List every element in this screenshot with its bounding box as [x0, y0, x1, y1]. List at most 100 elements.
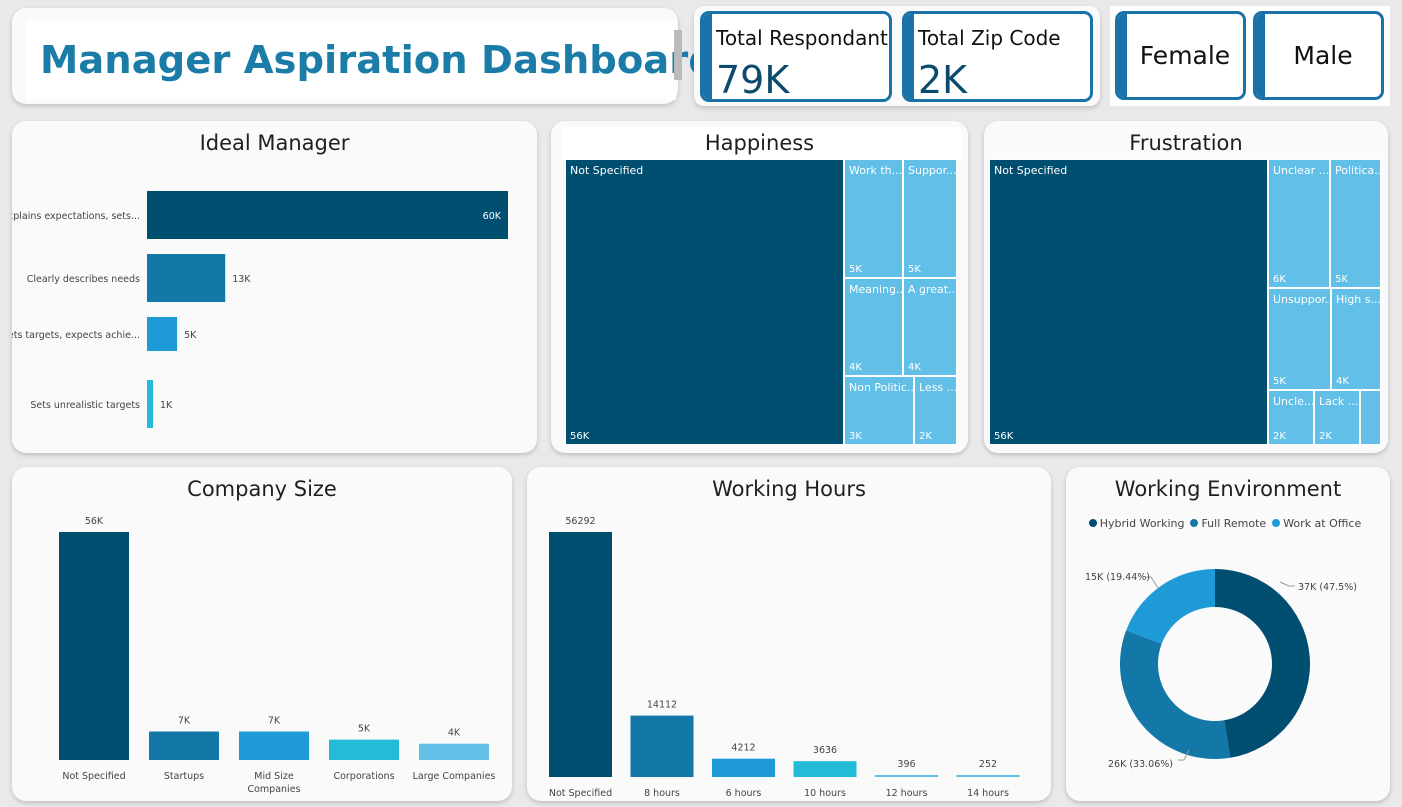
treemap-cell-label: Uncle...: [1273, 395, 1314, 408]
treemap-cell-label: Politica...: [1335, 164, 1381, 177]
company-size-data-label: 7K: [178, 716, 191, 727]
working-hours-card: Working Hours 56292 Not Specified 14112 8 h…: [527, 467, 1051, 801]
working-hours-category-label: 8 hours: [644, 788, 680, 799]
treemap-cell[interactable]: Meaning... 4K: [844, 278, 903, 376]
ideal-manager-bar: [147, 380, 154, 428]
ideal-manager-chart: Explains expectations, sets... 60K Clearly…: [12, 191, 508, 428]
working-hours-category-label: 10 hours: [804, 788, 846, 799]
treemap-cell[interactable]: Uncle... 2K: [1268, 390, 1314, 445]
title-card: Manager Aspiration Dashboard: [12, 8, 716, 104]
treemap-cell[interactable]: Politica... 5K: [1330, 159, 1381, 288]
treemap-cell[interactable]: Less ... 2K: [914, 376, 957, 445]
treemap-cell-label: Not Specified: [570, 164, 644, 177]
ideal-manager-category-label: Sets targets, expects achie...: [12, 330, 140, 341]
treemap-cell[interactable]: Work th... 5K: [844, 159, 903, 278]
treemap-cell[interactable]: Unsuppor... 5K: [1268, 288, 1331, 390]
treemap-cell[interactable]: High s... 4K: [1331, 288, 1381, 390]
happiness-card: Happiness Not Specified 56K Work th... 5K Su…: [551, 121, 968, 453]
treemap-cell-label: Non Politic...: [849, 381, 914, 394]
treemap-cell[interactable]: Not Specified 56K: [565, 159, 844, 445]
ideal-manager-card: Ideal Manager Explains expectations, set…: [12, 121, 537, 453]
company-size-bar: [59, 532, 129, 760]
treemap-cell-label: Not Specified: [994, 164, 1068, 177]
working-hours-data-label: 3636: [813, 745, 837, 756]
kpi-label: Total Respondant: [716, 26, 888, 50]
working-hours-chart: 56292 Not Specified 14112 8 hours 4212 6 hour…: [549, 516, 1020, 799]
treemap-cell[interactable]: Suppor... 5K: [903, 159, 957, 278]
frustration-treemap: Not Specified 56K Unclear ... 6K Politica...…: [989, 159, 1381, 445]
donut-slice: [1215, 569, 1310, 758]
treemap-cell[interactable]: [1360, 390, 1381, 445]
ideal-manager-category-label: Explains expectations, sets...: [12, 211, 140, 222]
treemap-cell-label: Suppor...: [908, 164, 957, 177]
ideal-manager-data-label: 5K: [184, 330, 197, 341]
working-hours-category-label: 12 hours: [886, 788, 928, 799]
working-hours-bar: [875, 775, 938, 777]
donut-slice: [1120, 630, 1231, 759]
treemap-cell-label: Less ...: [919, 381, 957, 394]
text-cursor: [674, 30, 682, 80]
card-title: Frustration: [1129, 131, 1243, 155]
working-environment-card: Working Environment Hybrid Working Full R…: [1066, 467, 1390, 801]
ideal-manager-bar: [147, 254, 226, 302]
working-hours-bar: [549, 532, 612, 777]
filter-female-label: Female: [1139, 41, 1231, 70]
working-hours-data-label: 14112: [647, 700, 677, 711]
ideal-manager-data-label: 13K: [232, 274, 251, 285]
treemap-cell-value: 4K: [908, 362, 921, 373]
treemap-cell-value: 6K: [1273, 274, 1286, 285]
ideal-manager-data-label: 1K: [160, 400, 173, 411]
company-size-bar: [149, 731, 219, 760]
working-hours-bar: [793, 761, 857, 777]
ideal-manager-bar: [147, 317, 178, 351]
ideal-manager-data-label: 60K: [483, 211, 502, 222]
company-size-bar: [239, 731, 309, 760]
treemap-cell-label: Unsuppor...: [1273, 293, 1331, 306]
treemap-cell-value: 4K: [1336, 376, 1349, 387]
treemap-cell[interactable]: Lack ... 2K: [1314, 390, 1360, 445]
working-hours-data-label: 252: [979, 759, 997, 770]
filter-male-button[interactable]: Male: [1253, 11, 1384, 100]
kpi-value: 79K: [716, 58, 790, 102]
donut-data-label: 15K (19.44%): [1085, 572, 1150, 583]
working-hours-bar: [956, 775, 1020, 777]
happiness-treemap: Not Specified 56K Work th... 5K Suppor... 5K M…: [565, 159, 957, 445]
company-size-card: Company Size 56K Not Specified 7K Startups 7…: [12, 467, 512, 801]
company-size-category-label: Not Specified: [62, 771, 125, 782]
treemap-cell-label: Lack ...: [1319, 395, 1359, 408]
working-hours-bar: [712, 758, 775, 777]
filter-female-button[interactable]: Female: [1115, 11, 1246, 100]
treemap-cell[interactable]: Not Specified 56K: [989, 159, 1268, 445]
donut-data-label: 37K (47.5%): [1298, 582, 1357, 593]
treemap-cell[interactable]: A great... 4K: [903, 278, 957, 376]
treemap-cell-value: 5K: [908, 264, 921, 275]
company-size-category-label: Mid Size: [254, 771, 294, 782]
filter-male-label: Male: [1293, 41, 1353, 70]
kpi-value: 2K: [918, 58, 968, 102]
kpi-label: Total Zip Code: [918, 26, 1061, 50]
treemap-cell-value: 3K: [849, 431, 862, 442]
treemap-cell-value: 56K: [570, 431, 590, 442]
treemap-cell-value: 2K: [919, 431, 932, 442]
treemap-cell[interactable]: Non Politic... 3K: [844, 376, 914, 445]
working-hours-category-label: Not Specified: [549, 788, 612, 799]
company-size-data-label: 56K: [85, 516, 104, 527]
company-size-category-label: Large Companies: [413, 771, 496, 782]
working-environment-donut: 37K (47.5%) 26K (33.06%) 15K (19.44%): [1085, 569, 1357, 770]
company-size-chart: 56K Not Specified 7K Startups 7K Mid Size Comp…: [59, 516, 496, 795]
ideal-manager-category-label: Clearly describes needs: [27, 274, 140, 285]
company-size-category-label: Startups: [164, 771, 204, 782]
company-size-data-label: 5K: [358, 724, 371, 735]
working-hours-data-label: 396: [897, 759, 915, 770]
donut-data-label: 26K (33.06%): [1108, 759, 1173, 770]
treemap-cell[interactable]: Unclear ... 6K: [1268, 159, 1330, 288]
working-hours-category-label: 14 hours: [967, 788, 1009, 799]
company-size-data-label: 4K: [448, 728, 461, 739]
ideal-manager-category-label: Sets unrealistic targets: [30, 400, 140, 411]
treemap-cell-value: 5K: [1273, 376, 1286, 387]
donut-leader-line: [1279, 581, 1295, 587]
working-hours-category-label: 6 hours: [726, 788, 762, 799]
kpi-total-respondant: Total Respondant 79K: [700, 11, 892, 102]
company-size-bar: [419, 743, 489, 760]
treemap-cell-value: 5K: [1335, 274, 1348, 285]
